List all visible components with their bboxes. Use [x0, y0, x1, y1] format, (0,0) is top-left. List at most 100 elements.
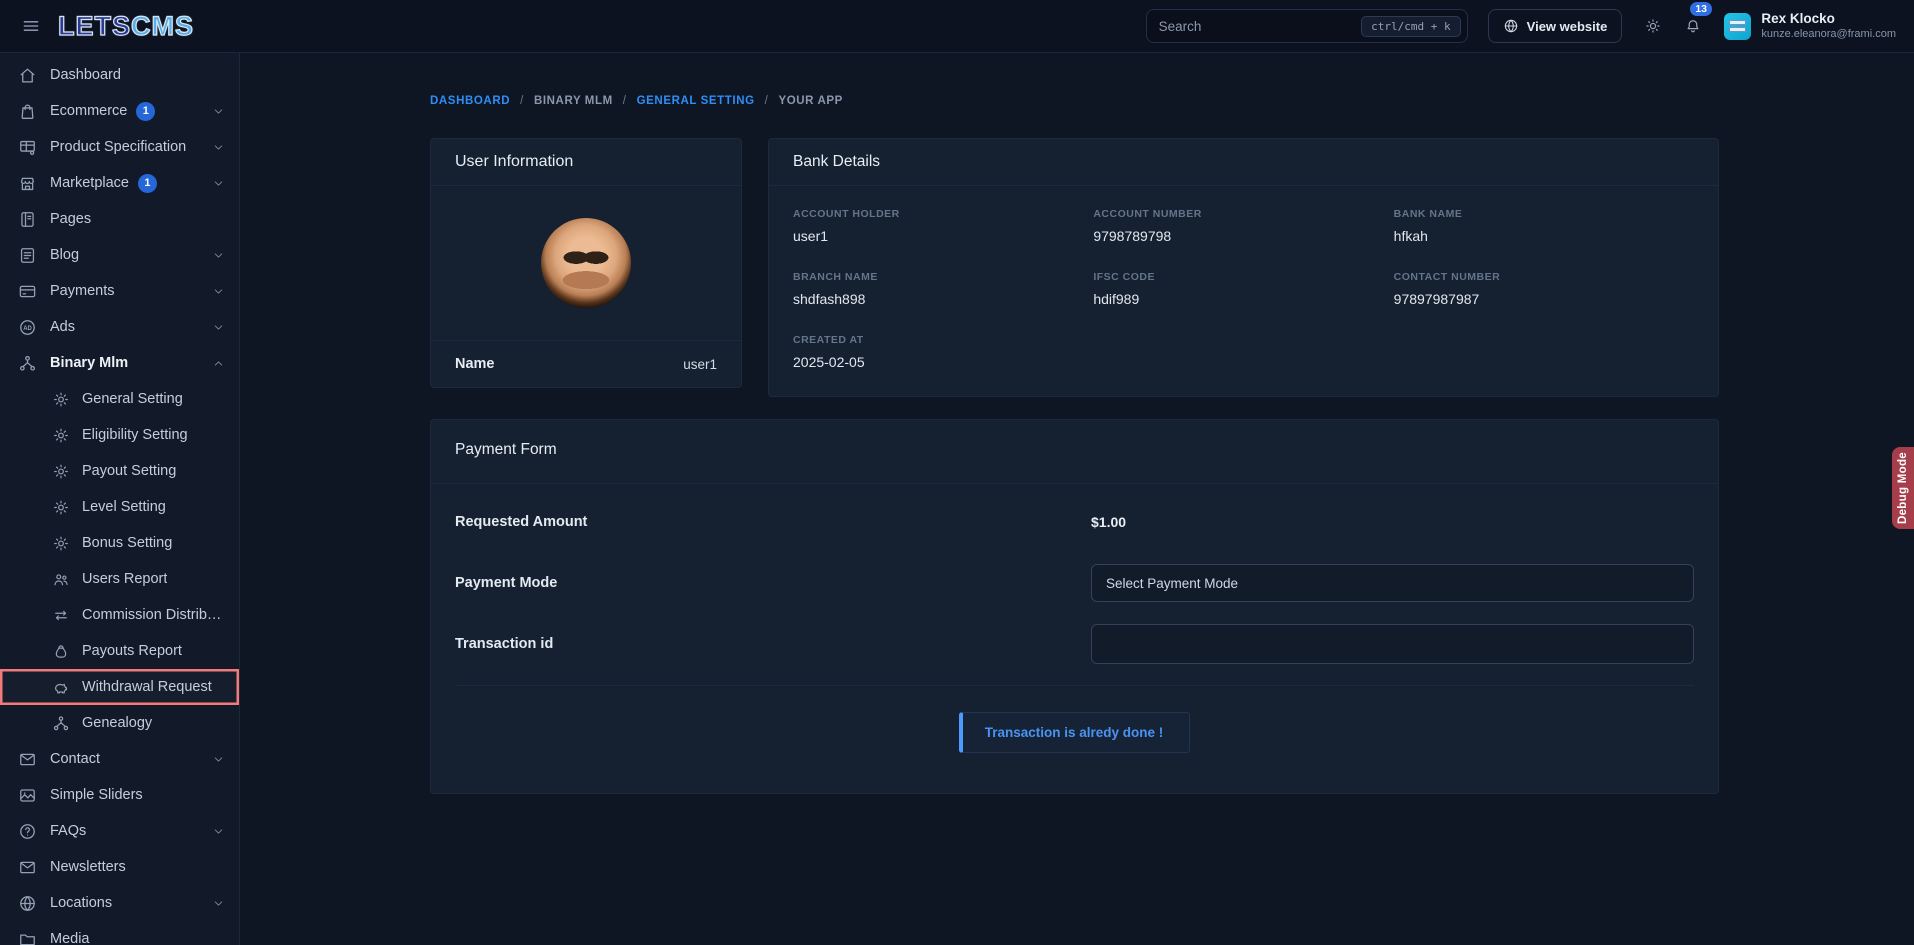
- topbar: LETSCMS ctrl/cmd + k View website 13 Rex…: [0, 0, 1914, 53]
- payment-form-card: Payment Form Requested Amount $1.00 Paym…: [430, 419, 1719, 794]
- breadcrumb-item-your-app: YOUR APP: [778, 95, 842, 107]
- chevron-down-icon: [212, 897, 225, 910]
- genealogy-icon: [52, 714, 70, 732]
- bank-field-contact-number: CONTACT NUMBER97897987987: [1394, 271, 1694, 307]
- sidebar-item-payments[interactable]: Payments: [0, 273, 239, 309]
- sidebar-item-label: Pages: [50, 211, 91, 227]
- user-avatar[interactable]: [1724, 13, 1751, 40]
- network-icon: [18, 354, 37, 373]
- search-box[interactable]: ctrl/cmd + k: [1146, 9, 1468, 43]
- sidebar-item-dashboard[interactable]: Dashboard: [0, 57, 239, 93]
- search-input[interactable]: [1159, 19, 1362, 34]
- bank-field-bank-name: BANK NAME hfkah: [1394, 208, 1694, 244]
- sidebar-item-locations[interactable]: Locations: [0, 885, 239, 921]
- sidebar-item-payout-setting[interactable]: Payout Setting: [0, 453, 239, 489]
- question-circle-icon: [18, 822, 37, 841]
- breadcrumb-item-dashboard[interactable]: DASHBOARD: [430, 95, 510, 107]
- bank-field-label: IFSC CODE: [1093, 271, 1393, 283]
- sidebar-item-simple-sliders[interactable]: Simple Sliders: [0, 777, 239, 813]
- bank-field-created-at: CREATED AT2025-02-05: [793, 334, 1093, 370]
- bank-field-value: user1: [793, 228, 1093, 244]
- sidebar-item-genealogy[interactable]: Genealogy: [0, 705, 239, 741]
- debug-mode-ribbon[interactable]: Debug Mode: [1892, 447, 1914, 529]
- sidebar-item-withdrawal-request[interactable]: Withdrawal Request: [0, 669, 239, 705]
- sidebar-item-label: Product Specification: [50, 139, 186, 155]
- sidebar-item-label: Commission Distributi...: [82, 607, 225, 623]
- swap-arrows-icon: [52, 606, 70, 624]
- sidebar-item-label: Eligibility Setting: [82, 427, 188, 443]
- chevron-down-icon: [212, 141, 225, 154]
- shopping-bag-icon: [18, 102, 37, 121]
- payment-mode-select[interactable]: Select Payment Mode: [1091, 564, 1694, 602]
- chevron-down-icon: [212, 753, 225, 766]
- money-bag-icon: [52, 642, 70, 660]
- sidebar-item-label: Marketplace: [50, 175, 129, 191]
- notifications-button[interactable]: 13: [1678, 11, 1708, 41]
- sidebar-item-media[interactable]: Media: [0, 921, 239, 945]
- view-website-label: View website: [1527, 19, 1608, 34]
- view-website-button[interactable]: View website: [1488, 9, 1623, 43]
- sidebar-item-label: Locations: [50, 895, 112, 911]
- user-menu[interactable]: Rex Klocko kunze.eleanora@frami.com: [1761, 11, 1896, 42]
- sidebar-nav: DashboardEcommerce1 Product Specification…: [0, 53, 240, 945]
- sidebar-item-label: FAQs: [50, 823, 86, 839]
- name-value: user1: [683, 357, 717, 372]
- bank-field-value: hfkah: [1394, 228, 1694, 244]
- main-content: DASHBOARD/BINARY MLM/GENERAL SETTING/YOU…: [240, 53, 1914, 945]
- sidebar-item-label: General Setting: [82, 391, 183, 407]
- blog-icon: [18, 246, 37, 265]
- sidebar-item-payouts-report[interactable]: Payouts Report: [0, 633, 239, 669]
- user-information-title: User Information: [431, 139, 741, 186]
- bank-field-ifsc-code: IFSC CODE hdif989: [1093, 271, 1393, 307]
- sidebar-item-eligibility-setting[interactable]: Eligibility Setting: [0, 417, 239, 453]
- user-name: Rex Klocko: [1761, 11, 1896, 28]
- sidebar-item-commission-distributi[interactable]: Commission Distributi...: [0, 597, 239, 633]
- transaction-id-label: Transaction id: [455, 636, 1091, 652]
- bank-field-account-number: ACCOUNT NUMBER9798789798: [1093, 208, 1393, 244]
- sidebar-item-bonus-setting[interactable]: Bonus Setting: [0, 525, 239, 561]
- chevron-down-icon: [212, 177, 225, 190]
- count-badge: 1: [136, 102, 155, 121]
- sidebar-item-faqs[interactable]: FAQs: [0, 813, 239, 849]
- bank-field-label: BANK NAME: [1394, 208, 1694, 220]
- sidebar-item-newsletters[interactable]: Newsletters: [0, 849, 239, 885]
- hamburger-menu-icon[interactable]: [18, 13, 44, 39]
- sidebar-item-general-setting[interactable]: General Setting: [0, 381, 239, 417]
- breadcrumb-item-binary-mlm: BINARY MLM: [534, 95, 613, 107]
- sidebar-item-label: Payouts Report: [82, 643, 182, 659]
- home-icon: [18, 66, 37, 85]
- sidebar-item-binary-mlm[interactable]: Binary Mlm: [0, 345, 239, 381]
- bank-field-value: hdif989: [1093, 291, 1393, 307]
- sidebar-item-ads[interactable]: ADAds: [0, 309, 239, 345]
- name-label: Name: [455, 356, 495, 372]
- app-logo[interactable]: LETSCMS: [58, 11, 194, 42]
- breadcrumb-separator: /: [520, 95, 524, 107]
- payment-mode-label: Payment Mode: [455, 575, 1091, 591]
- sidebar-item-contact[interactable]: Contact: [0, 741, 239, 777]
- sidebar-item-users-report[interactable]: Users Report: [0, 561, 239, 597]
- breadcrumb-item-general-setting[interactable]: GENERAL SETTING: [637, 95, 755, 107]
- logo-part2: CMS: [131, 11, 194, 41]
- payment-mode-row: Payment Mode Select Payment Mode: [455, 563, 1694, 603]
- sidebar-item-pages[interactable]: Pages: [0, 201, 239, 237]
- breadcrumb-separator: /: [765, 95, 769, 107]
- sidebar-item-label: Genealogy: [82, 715, 152, 731]
- sidebar-item-product-specification[interactable]: Product Specification: [0, 129, 239, 165]
- sidebar-item-level-setting[interactable]: Level Setting: [0, 489, 239, 525]
- sidebar-item-ecommerce[interactable]: Ecommerce1: [0, 93, 239, 129]
- payment-form-title: Payment Form: [431, 420, 1718, 484]
- sidebar-item-marketplace[interactable]: Marketplace1: [0, 165, 239, 201]
- sidebar-item-label: Level Setting: [82, 499, 166, 515]
- mail-icon: [18, 750, 37, 769]
- gear-icon: [52, 462, 70, 480]
- gear-icon: [52, 534, 70, 552]
- requested-amount-label: Requested Amount: [455, 514, 1091, 530]
- sidebar-item-label: Payout Setting: [82, 463, 176, 479]
- theme-toggle-sun-icon[interactable]: [1638, 11, 1668, 41]
- transaction-id-input[interactable]: [1091, 624, 1694, 664]
- sidebar-item-label: Bonus Setting: [82, 535, 172, 551]
- chevron-down-icon: [212, 105, 225, 118]
- bank-field-value: 9798789798: [1093, 228, 1393, 244]
- sidebar-item-blog[interactable]: Blog: [0, 237, 239, 273]
- storefront-icon: [18, 174, 37, 193]
